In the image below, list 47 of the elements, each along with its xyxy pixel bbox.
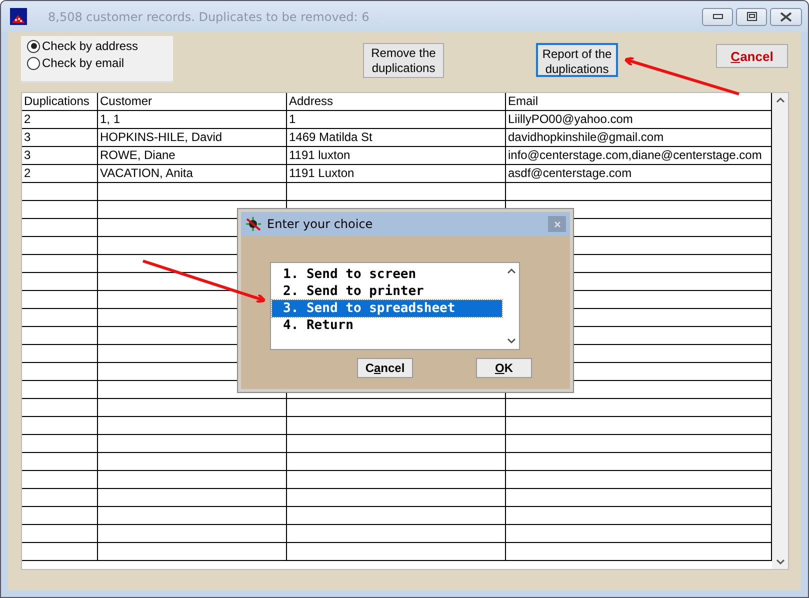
list-item[interactable]: 3. Send to spreadsheet [272,300,502,317]
column-header: Customer [98,93,287,111]
dialog-button[interactable]: OK [476,358,532,378]
table-cell: 2 [22,165,98,183]
close-icon [554,220,560,228]
close-button[interactable] [770,8,802,26]
table-cell: info@centerstage.com,diane@centerstage.com [506,147,772,165]
table-cell: 2 [22,111,98,129]
action-button[interactable]: Remove the duplications [363,43,444,78]
close-icon [780,12,792,22]
table-cell: 1191 Luxton [287,165,506,183]
minimize-icon [712,14,722,20]
dialog-icon [245,216,262,232]
radio-option[interactable]: Check by email [27,56,173,70]
table-cell: VACATION, Anita [98,165,287,183]
column-header: Address [287,93,506,111]
list-item[interactable]: 4. Return [272,317,502,334]
table-cell: 1 [287,111,506,129]
minimize-button[interactable] [702,8,733,26]
radio-option[interactable]: Check by address [27,39,173,53]
maximize-button[interactable] [736,8,767,26]
table-cell: 1469 Matilda St [287,129,506,147]
list-item[interactable]: 2. Send to printer [272,283,502,300]
table-cell: ROWE, Diane [98,147,287,165]
app-icon [10,8,27,25]
table-cell: HOPKINS-HILE, David [98,129,287,147]
dialog-title: Enter your choice [267,217,373,231]
scrollbar[interactable] [772,93,788,569]
table-cell: 1191 luxton [287,147,506,165]
table-cell: davidhopkinshile@gmail.com [506,129,772,147]
scroll-up-icon[interactable] [506,268,516,274]
scroll-up-icon[interactable] [776,97,784,103]
table-cell: asdf@centerstage.com [506,165,772,183]
dialog-button[interactable]: Cancel [357,358,413,378]
cancel-button[interactable]: Cancel [716,44,788,68]
table-cell: 1, 1 [98,111,287,129]
action-button[interactable]: Report of the duplications [536,43,618,77]
column-header: Duplications [22,93,98,111]
table-cell: 3 [22,147,98,165]
table-cell: 3 [22,129,98,147]
table-cell: LiillyPO00@yahoo.com [506,111,772,129]
column-header: Email [506,93,772,111]
scroll-down-icon[interactable] [506,338,516,344]
list-item[interactable]: 1. Send to screen [272,266,502,283]
scroll-down-icon[interactable] [776,559,784,565]
window-title: 8,508 customer records. Duplicates to be removed: 6 [48,10,370,24]
restore-icon [746,12,756,21]
